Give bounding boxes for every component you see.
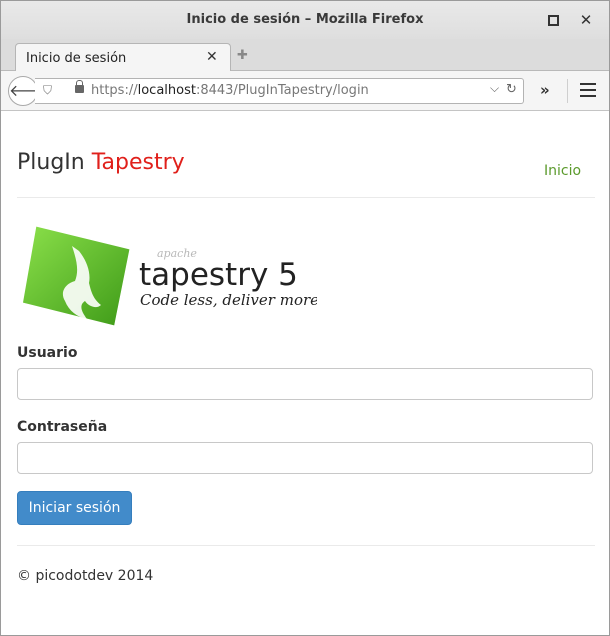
- brand-name: PlugIn: [17, 150, 92, 175]
- nav-link-home[interactable]: Inicio: [544, 163, 581, 179]
- dropdown-icon[interactable]: ⌵: [490, 81, 499, 96]
- close-tab-icon[interactable]: ✕: [206, 49, 218, 65]
- username-label: Usuario: [17, 345, 78, 361]
- footer-divider: [17, 545, 595, 546]
- page-content: PlugIn Tapestry Inicio apache tapestry 5…: [1, 111, 609, 635]
- header-divider: [17, 197, 595, 198]
- navigation-bar: 🡐 ⛉ https://localhost:8443/PlugInTapestr…: [1, 71, 609, 111]
- tab-strip: Inicio de sesión ✕ ✚: [1, 39, 609, 71]
- footer-copyright: © picodotdev 2014: [17, 568, 154, 584]
- close-window-button[interactable]: ✕: [577, 11, 595, 29]
- maximize-button[interactable]: [544, 11, 562, 29]
- login-button[interactable]: Iniciar sesión: [17, 491, 132, 525]
- toolbar-divider: [567, 79, 568, 103]
- shield-icon[interactable]: ⛉: [43, 83, 52, 98]
- tab-label: Inicio de sesión: [26, 51, 127, 66]
- username-input[interactable]: [17, 368, 593, 400]
- maximize-icon: [547, 15, 559, 26]
- lock-icon[interactable]: [75, 80, 84, 93]
- tapestry-logo: apache tapestry 5 Code less, deliver mor…: [23, 226, 317, 326]
- browser-window: Inicio de sesión – Mozilla Firefox ✕ Ini…: [0, 0, 610, 636]
- logo-name: tapestry 5: [139, 257, 298, 293]
- url-text[interactable]: https://localhost:8443/PlugInTapestry/lo…: [91, 83, 369, 98]
- password-label: Contraseña: [17, 419, 108, 435]
- new-tab-icon[interactable]: ✚: [237, 48, 248, 63]
- reload-icon[interactable]: ↻: [506, 82, 517, 97]
- window-title: Inicio de sesión – Mozilla Firefox: [186, 12, 424, 27]
- brand-title[interactable]: PlugIn Tapestry: [17, 150, 185, 175]
- title-bar: Inicio de sesión – Mozilla Firefox ✕: [1, 1, 609, 39]
- logo-tagline: Code less, deliver more.: [140, 291, 317, 309]
- brand-accent: Tapestry: [91, 150, 185, 175]
- password-input[interactable]: [17, 442, 593, 474]
- url-bar[interactable]: ⛉ https://localhost:8443/PlugInTapestry/…: [35, 78, 524, 104]
- tab-login[interactable]: Inicio de sesión ✕: [15, 43, 231, 71]
- hamburger-menu-icon[interactable]: [580, 83, 596, 101]
- back-button[interactable]: 🡐: [8, 76, 52, 106]
- overflow-icon[interactable]: »: [540, 81, 550, 99]
